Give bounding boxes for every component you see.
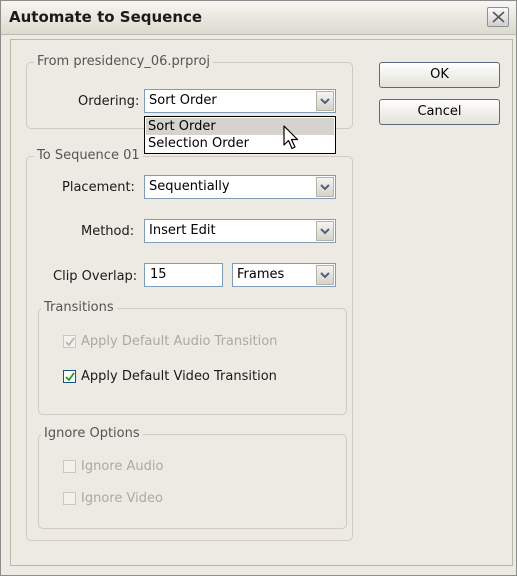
ordering-dropdown-list: Sort Order Selection Order	[144, 116, 336, 154]
chevron-down-icon	[320, 184, 330, 191]
chevron-down-icon	[320, 272, 330, 279]
method-label: Method:	[81, 224, 135, 239]
ordering-select-value: Sort Order	[149, 93, 217, 108]
placement-dropdown-button[interactable]	[316, 177, 334, 197]
placement-select[interactable]: Sequentially	[144, 175, 336, 199]
ordering-option-sort-order[interactable]: Sort Order	[146, 118, 334, 135]
clip-overlap-label: Clip Overlap:	[53, 269, 138, 284]
apply-video-transition-label: Apply Default Video Transition	[81, 369, 277, 384]
clip-overlap-value: 15	[150, 267, 167, 282]
method-dropdown-button[interactable]	[316, 221, 334, 241]
placement-label: Placement:	[62, 180, 135, 195]
placement-select-value: Sequentially	[149, 179, 230, 194]
dialog-title: Automate to Sequence	[9, 8, 203, 26]
ordering-select[interactable]: Sort Order	[144, 89, 336, 113]
check-icon	[65, 372, 75, 382]
close-icon	[492, 11, 505, 23]
ordering-option-selection-order[interactable]: Selection Order	[146, 135, 334, 152]
clip-overlap-unit-value: Frames	[237, 267, 285, 282]
to-sequence-legend: To Sequence 01	[34, 148, 143, 164]
apply-video-transition-checkbox[interactable]	[63, 370, 76, 383]
transitions-group	[38, 308, 347, 415]
method-select[interactable]: Insert Edit	[144, 219, 336, 243]
ordering-label: Ordering:	[78, 94, 140, 109]
mouse-pointer-icon	[283, 125, 299, 150]
chevron-down-icon	[320, 228, 330, 235]
title-bar: Automate to Sequence	[1, 1, 516, 35]
apply-audio-transition-checkbox[interactable]	[63, 335, 76, 348]
method-select-value: Insert Edit	[149, 223, 216, 238]
apply-audio-transition-label: Apply Default Audio Transition	[81, 334, 278, 349]
ignore-video-label: Ignore Video	[81, 491, 163, 506]
ignore-options-legend: Ignore Options	[41, 426, 143, 442]
automate-to-sequence-dialog: Automate to Sequence From presidency_06.…	[0, 0, 517, 576]
ignore-video-checkbox[interactable]	[63, 492, 76, 505]
clip-overlap-input[interactable]: 15	[144, 263, 223, 287]
close-button[interactable]	[487, 7, 509, 27]
clip-overlap-unit-select[interactable]: Frames	[232, 263, 336, 287]
ordering-dropdown-button[interactable]	[316, 91, 334, 111]
check-icon	[65, 337, 75, 347]
from-group-legend: From presidency_06.prproj	[34, 54, 214, 70]
ignore-audio-label: Ignore Audio	[81, 459, 164, 474]
transitions-legend: Transitions	[41, 300, 117, 316]
clip-overlap-unit-dropdown-button[interactable]	[316, 265, 334, 285]
ok-button[interactable]: OK	[379, 62, 500, 88]
ignore-options-group	[38, 434, 347, 529]
chevron-down-icon	[320, 98, 330, 105]
ignore-audio-checkbox[interactable]	[63, 460, 76, 473]
cancel-button[interactable]: Cancel	[379, 99, 500, 125]
